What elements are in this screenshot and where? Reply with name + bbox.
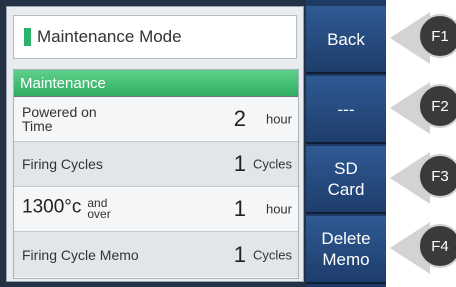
- row-label: Powered on Time: [22, 104, 97, 134]
- row-value: 2: [233, 106, 246, 131]
- list-item-firing-cycles: Firing Cycles 1 Cycles: [14, 142, 298, 187]
- row-value: 1: [233, 241, 246, 267]
- sd-card-button[interactable]: SD Card: [306, 146, 386, 214]
- page-title: Maintenance Mode: [37, 27, 182, 46]
- f1-key[interactable]: F1: [386, 2, 456, 74]
- f3-key-label: F3: [418, 154, 456, 198]
- f2-key[interactable]: F2: [386, 72, 456, 144]
- screen: Maintenance Mode Maintenance Powered on …: [0, 0, 456, 287]
- mode-indicator-icon: [24, 28, 31, 46]
- row-unit: hour: [265, 111, 292, 127]
- f4-key-label: F4: [418, 224, 456, 268]
- function-buttons: Back --- SD Card Delete Memo: [306, 0, 386, 287]
- left-panel: Maintenance Mode Maintenance Powered on …: [6, 6, 304, 282]
- row-unit: hour: [265, 201, 292, 217]
- list-item-firing-cycle-memo: Firing Cycle Memo 1 Cycles: [14, 232, 298, 277]
- maintenance-list: Maintenance Powered on Time 2 hour Firin…: [13, 69, 299, 279]
- f1-key-label: F1: [418, 14, 456, 58]
- row-value: 1: [233, 196, 246, 221]
- f2-button[interactable]: ---: [306, 76, 386, 144]
- f3-key[interactable]: F3: [386, 142, 456, 214]
- temperature-sub-label: and over: [87, 196, 111, 221]
- row-unit: Cycles: [252, 156, 292, 172]
- list-item-powered-on-time: Powered on Time 2 hour: [14, 97, 298, 142]
- temperature-label: 1300°c: [22, 196, 82, 218]
- row-value: 1: [233, 151, 246, 176]
- row-label: 1300°c and over: [22, 196, 111, 221]
- f2-key-label: F2: [418, 84, 456, 128]
- list-header: Maintenance: [14, 70, 298, 97]
- list-item-1300c-and-over: 1300°c and over 1 hour: [14, 187, 298, 232]
- row-label: Firing Cycle Memo: [22, 246, 139, 263]
- row-unit: Cycles: [252, 247, 292, 262]
- delete-memo-button[interactable]: Delete Memo: [306, 216, 386, 284]
- row-label: Firing Cycles: [22, 156, 103, 172]
- f4-key[interactable]: F4: [386, 212, 456, 284]
- title-box: Maintenance Mode: [13, 15, 297, 59]
- back-button[interactable]: Back: [306, 6, 386, 74]
